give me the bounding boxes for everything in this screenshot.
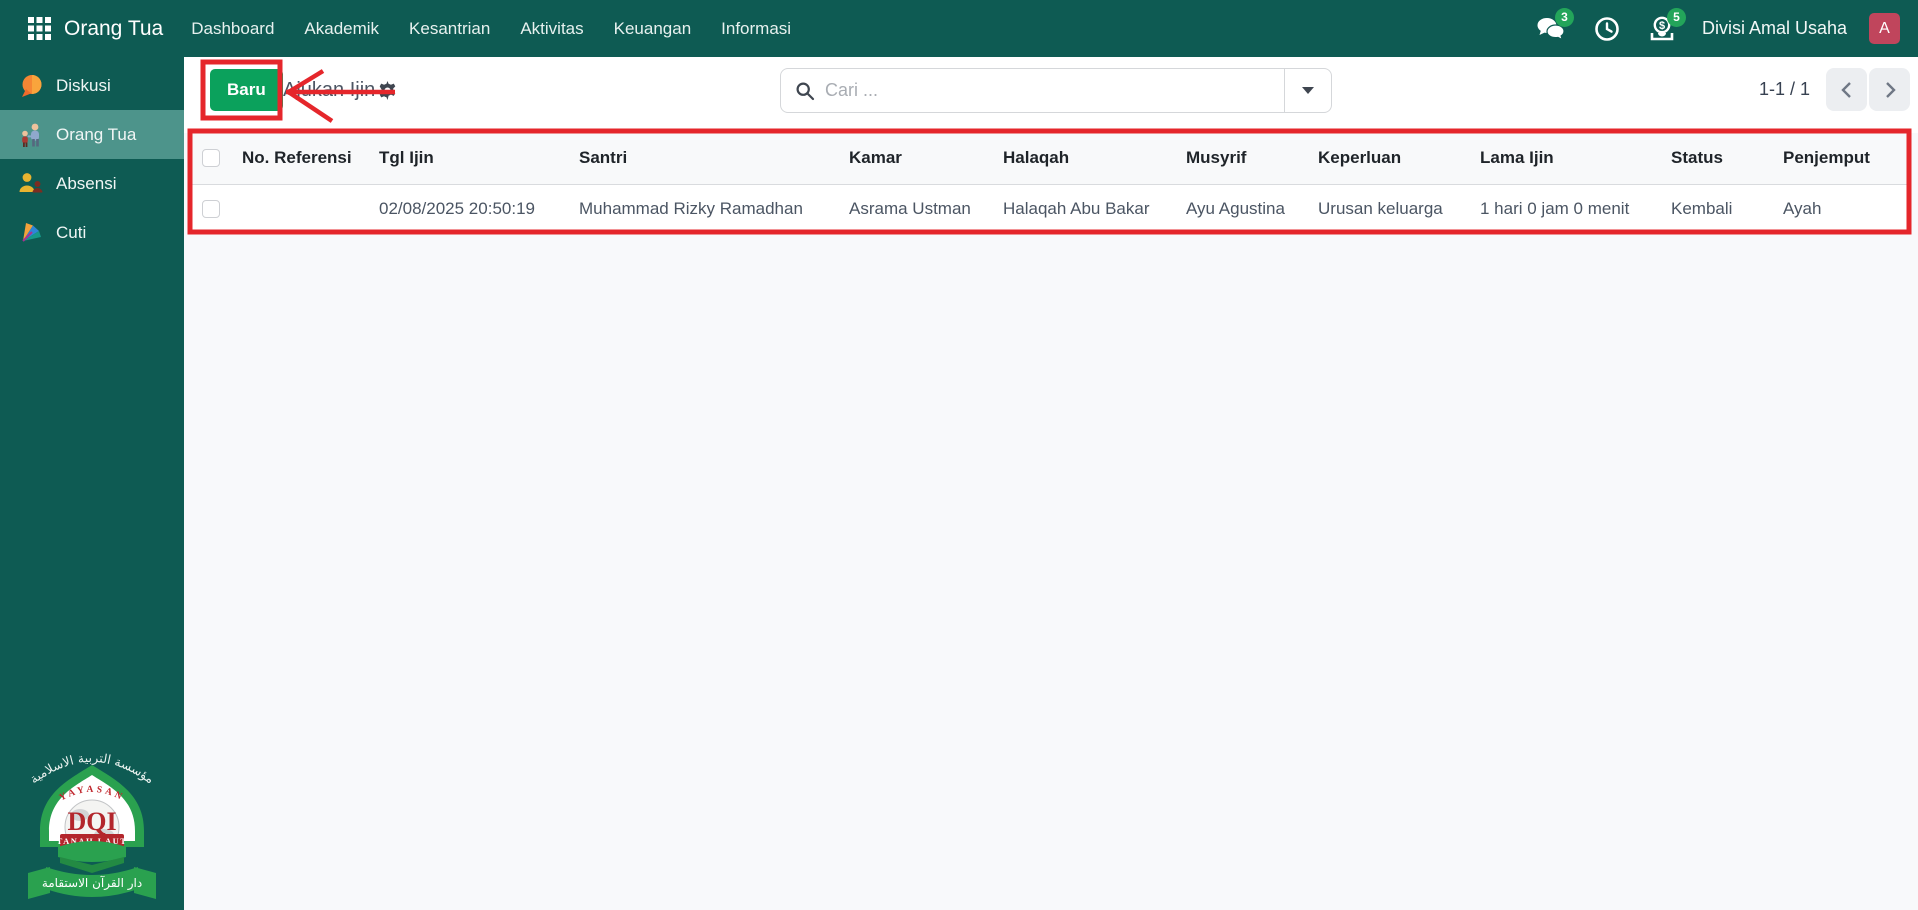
grid-icon [27,17,51,40]
col-no-referensi[interactable]: No. Referensi [230,133,367,185]
user-menu-label[interactable]: Divisi Amal Usaha [1702,18,1847,39]
col-kamar[interactable]: Kamar [837,133,991,185]
control-panel: Baru Ajukan Ijin Cari ... 1-1 / 1 [184,57,1918,133]
search-input[interactable] [825,80,1284,101]
sidebar-item-label: Cuti [56,222,87,242]
chevron-down-icon [1302,87,1314,94]
col-santri[interactable]: Santri [567,133,837,185]
app-title[interactable]: Orang Tua [64,17,163,41]
discuss-bubble-icon [22,74,42,97]
sidebar-item-orang-tua[interactable]: Orang Tua [0,110,184,159]
cell-santri: Muhammad Rizky Ramadhan [567,184,837,234]
col-halaqah[interactable]: Halaqah [991,133,1174,185]
cell-kamar: Asrama Ustman [837,184,991,234]
select-all-cell [188,133,230,185]
search-filters-toggle[interactable] [1284,69,1331,112]
sidebar-item-diskusi[interactable]: Diskusi [0,61,184,110]
messages-button[interactable]: 3 [1534,7,1574,46]
chevron-left-icon [1840,81,1851,98]
sidebar: Diskusi Orang Tua Absensi Cuti مؤسسة الت… [0,57,184,910]
navbar-right: 3 $ 5 Divisi Amal Usaha A [1534,7,1918,46]
row-checkbox[interactable] [202,199,220,218]
cell-musyrif: Ayu Agustina [1174,184,1306,234]
sidebar-item-label: Orang Tua [56,124,137,144]
foundation-logo: مؤسسة التربية الاسلامية YAYASAN DQI TANA… [27,750,157,899]
logo-abbr: DQI [67,807,116,836]
col-keperluan[interactable]: Keperluan [1306,133,1468,185]
umbrella-icon [22,222,41,242]
navbar-menu: Dashboard Akademik Kesantrian Aktivitas … [191,19,791,39]
apps-grid-icon[interactable] [16,17,62,40]
top-navbar: Orang Tua Dashboard Akademik Kesantrian … [0,0,1918,57]
gear-icon [379,81,396,100]
new-record-button[interactable]: Baru [210,69,283,111]
col-status[interactable]: Status [1659,133,1771,185]
search-icon [795,81,815,101]
records-table: No. Referensi Tgl Ijin Santri Kamar Hala… [188,133,1910,234]
menu-aktivitas[interactable]: Aktivitas [520,19,583,39]
select-all-checkbox[interactable] [202,149,220,168]
table-header-row: No. Referensi Tgl Ijin Santri Kamar Hala… [188,133,1910,185]
table-row[interactable]: 02/08/2025 20:50:19 Muhammad Rizky Ramad… [188,184,1910,234]
col-musyrif[interactable]: Musyrif [1174,133,1306,185]
messages-badge: 3 [1554,7,1574,27]
menu-keuangan[interactable]: Keuangan [614,19,692,39]
cell-no-referensi [230,184,367,234]
clock-icon [1595,16,1619,41]
screen: Orang Tua Dashboard Akademik Kesantrian … [0,0,1918,910]
cell-status: Kembali [1659,184,1771,234]
page-title: Ajukan Ijin [283,79,376,101]
sidebar-item-label: Absensi [56,173,117,193]
activities-button[interactable]: $ 5 [1646,7,1686,46]
sidebar-item-cuti[interactable]: Cuti [0,208,184,257]
main-content: Baru Ajukan Ijin Cari ... 1-1 / 1 No. Re… [184,57,1918,910]
pager-next-button[interactable] [1869,68,1910,111]
sidebar-item-label: Diskusi [56,75,111,95]
cell-lama-ijin: 1 hari 0 jam 0 menit [1468,184,1659,234]
cell-keperluan: Urusan keluarga [1306,184,1468,234]
svg-text:$: $ [1659,19,1665,31]
col-tgl-ijin[interactable]: Tgl Ijin [367,133,567,185]
menu-informasi[interactable]: Informasi [721,19,791,39]
col-penjemput[interactable]: Penjemput [1771,133,1910,185]
menu-akademik[interactable]: Akademik [304,19,379,39]
menu-dashboard[interactable]: Dashboard [191,19,274,39]
recent-button[interactable] [1590,12,1624,46]
logo-arabic-bottom: دار القرآن الاستقامة [42,875,142,891]
pager: 1-1 / 1 [1759,68,1910,111]
search-bar [780,68,1332,113]
attendance-people-icon [19,172,43,192]
cell-halaqah: Halaqah Abu Bakar [991,184,1174,234]
user-avatar[interactable]: A [1869,13,1900,44]
sidebar-item-absensi[interactable]: Absensi [0,159,184,208]
row-select-cell [188,184,230,234]
activities-badge: 5 [1666,7,1686,27]
col-lama-ijin[interactable]: Lama Ijin [1468,133,1659,185]
menu-kesantrian[interactable]: Kesantrian [409,19,490,39]
cog-menu-button[interactable] [378,81,397,105]
pager-range[interactable]: 1-1 / 1 [1759,79,1810,100]
parents-icon [22,123,39,147]
pager-previous-button[interactable] [1826,68,1867,111]
cell-tgl-ijin: 02/08/2025 20:50:19 [367,184,567,234]
cell-penjemput: Ayah [1771,184,1910,234]
chevron-right-icon [1885,81,1896,98]
